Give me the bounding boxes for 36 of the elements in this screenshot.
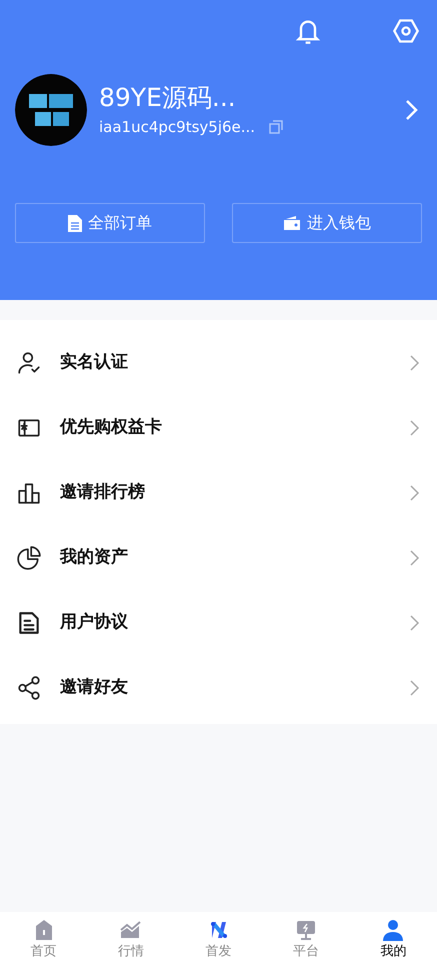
menu-label: 优先购权益卡	[60, 416, 163, 439]
person-icon	[381, 918, 406, 942]
menu-label: 邀请排行榜	[60, 480, 146, 504]
document-icon	[16, 610, 42, 636]
wallet-button[interactable]: 进入钱包	[232, 203, 422, 243]
chevron-right-icon	[409, 418, 421, 436]
copy-icon[interactable]	[269, 120, 284, 134]
menu-item[interactable]: 邀请排行榜	[0, 460, 437, 525]
chevron-right-icon	[409, 548, 421, 566]
orders-button[interactable]: 全部订单	[15, 203, 205, 243]
tab-item[interactable]: 行情	[87, 912, 175, 968]
share-icon	[16, 674, 42, 700]
pie-chart-icon	[16, 544, 42, 570]
tab-item[interactable]: 首页	[0, 912, 88, 968]
menu-item[interactable]: 优先购权益卡	[0, 395, 437, 460]
settings-icon[interactable]	[392, 17, 420, 45]
menu-label: 实名认证	[60, 350, 129, 374]
wallet-address: iaa1uc4pc9tsy5j6e...	[99, 116, 256, 138]
chevron-right-icon	[409, 614, 421, 632]
menu-item[interactable]: 用户协议	[0, 590, 437, 655]
tab-item[interactable]: 我的	[350, 912, 437, 968]
user-check-icon	[16, 350, 42, 376]
user-name: 89YE源码...	[99, 82, 237, 114]
chevron-right-icon	[409, 354, 421, 372]
tab-item[interactable]: 首发	[174, 912, 262, 968]
menu-item[interactable]: 实名认证	[0, 330, 437, 395]
menu-item[interactable]: 邀请好友	[0, 655, 437, 720]
wallet-icon	[283, 216, 301, 230]
menu-label: 我的资产	[60, 546, 129, 569]
chevron-right-icon	[409, 484, 421, 502]
menu-label: 用户协议	[60, 610, 129, 634]
chevron-right-icon	[409, 678, 421, 696]
document-icon	[68, 214, 82, 232]
tab-item[interactable]: 平台	[262, 912, 350, 968]
menu-item[interactable]: 我的资产	[0, 525, 437, 590]
menu-label: 邀请好友	[60, 676, 129, 699]
